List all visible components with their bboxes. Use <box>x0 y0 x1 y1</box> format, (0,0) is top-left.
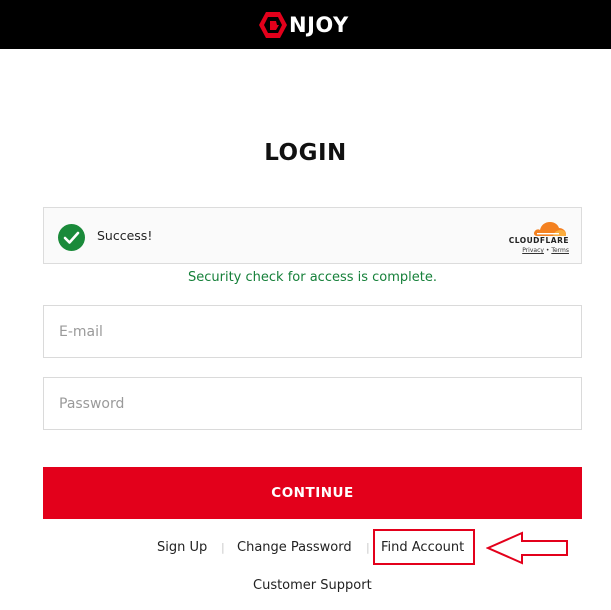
cf-link-separator: • <box>545 247 550 254</box>
cloudflare-links: Privacy • Terms <box>501 247 569 254</box>
continue-button[interactable]: CONTINUE <box>43 467 582 519</box>
left-arrow-icon <box>486 531 568 565</box>
cloudflare-logo: CLOUDFLARE Privacy • Terms <box>501 218 569 260</box>
privacy-link[interactable]: Privacy <box>522 247 544 254</box>
link-separator: | <box>221 541 225 554</box>
sign-up-link[interactable]: Sign Up <box>157 540 207 555</box>
cloudflare-cloud-icon <box>533 222 566 236</box>
brand-name: NJOY <box>289 13 349 37</box>
captcha-widget[interactable]: Success! CLOUDFLARE Privacy • Terms <box>43 207 582 264</box>
password-field[interactable] <box>43 377 582 430</box>
page-title: LOGIN <box>264 140 347 166</box>
captcha-status: Success! <box>97 228 153 243</box>
login-page: NJOY LOGIN Success! CLOUDFLARE Privacy •… <box>0 0 611 610</box>
security-check-message: Security check for access is complete. <box>187 270 438 285</box>
terms-link[interactable]: Terms <box>551 247 569 254</box>
change-password-link[interactable]: Change Password <box>237 540 352 555</box>
find-account-highlight <box>373 529 475 565</box>
customer-support-link[interactable]: Customer Support <box>253 578 372 593</box>
link-separator: | <box>366 541 370 554</box>
top-header: NJOY <box>0 0 611 49</box>
email-field[interactable] <box>43 305 582 358</box>
cloudflare-wordmark: CLOUDFLARE <box>508 236 569 245</box>
njoy-logo-icon <box>259 12 287 38</box>
brand-logo[interactable]: NJOY <box>258 10 349 40</box>
check-circle-icon <box>58 224 85 251</box>
